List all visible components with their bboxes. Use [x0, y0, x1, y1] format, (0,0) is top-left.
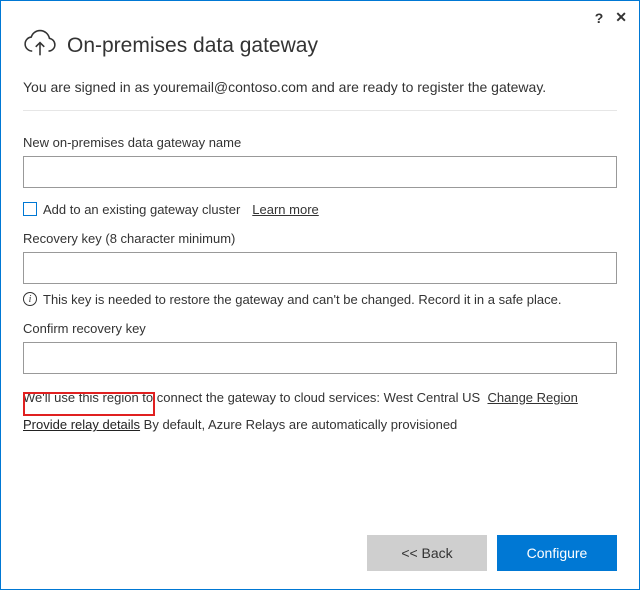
recovery-key-label: Recovery key (8 character minimum)	[23, 231, 617, 246]
provide-relay-details-link[interactable]: Provide relay details	[23, 417, 140, 432]
cluster-checkbox-label: Add to an existing gateway cluster	[43, 202, 240, 217]
region-value: West Central US	[384, 390, 481, 405]
back-button[interactable]: << Back	[367, 535, 487, 571]
confirm-recovery-label: Confirm recovery key	[23, 321, 617, 336]
cluster-learn-more-link[interactable]: Learn more	[252, 202, 318, 217]
gateway-name-label: New on-premises data gateway name	[23, 135, 617, 150]
change-region-link[interactable]: Change Region	[487, 390, 577, 405]
recovery-key-info-text: This key is needed to restore the gatewa…	[43, 292, 561, 307]
gateway-name-input[interactable]	[23, 156, 617, 188]
cloud-upload-icon	[23, 27, 57, 64]
close-icon[interactable]: ✕	[615, 9, 627, 26]
help-icon[interactable]: ?	[595, 10, 604, 26]
cluster-checkbox[interactable]	[23, 202, 37, 216]
info-icon: i	[23, 292, 37, 306]
region-prefix-text: We'll use this region to connect the gat…	[23, 390, 384, 405]
configure-button[interactable]: Configure	[497, 535, 617, 571]
gateway-dialog: ? ✕ On-premises data gateway You are sig…	[0, 0, 640, 590]
confirm-recovery-input[interactable]	[23, 342, 617, 374]
relay-default-text: By default, Azure Relays are automatical…	[140, 417, 457, 432]
dialog-title: On-premises data gateway	[67, 34, 318, 58]
recovery-key-input[interactable]	[23, 252, 617, 284]
signin-status-text: You are signed in as youremail@contoso.c…	[23, 78, 617, 111]
